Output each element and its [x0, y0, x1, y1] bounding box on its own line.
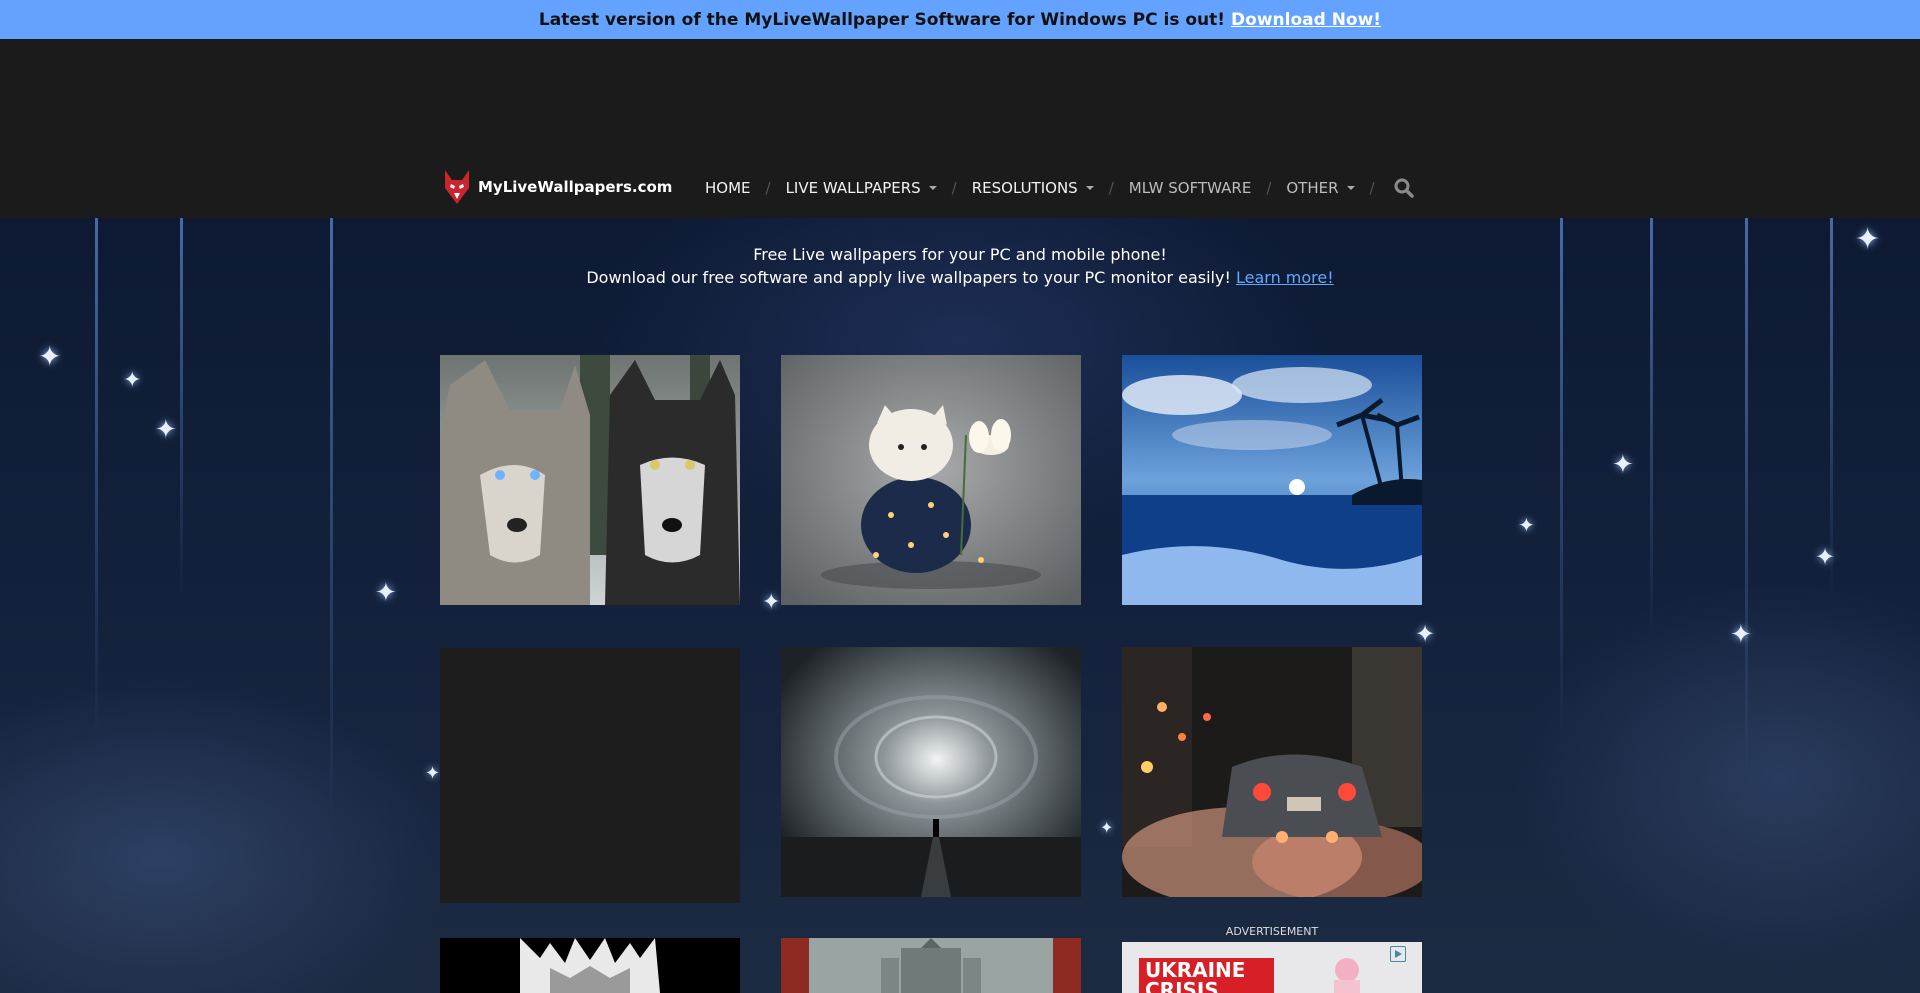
wolf-logo-icon — [442, 168, 472, 206]
main-navigation: MyLiveWallpapers.com HOME / LIVE WALLPAP… — [0, 160, 1920, 216]
wallpaper-thumbnail-castle[interactable] — [781, 938, 1081, 993]
wallpaper-thumbnail-cat-lotus[interactable] — [781, 355, 1081, 605]
search-icon[interactable] — [1393, 177, 1415, 199]
nav-menu: HOME / LIVE WALLPAPERS / RESOLUTIONS / M… — [705, 160, 1415, 216]
nav-home-label: HOME — [705, 179, 751, 197]
site-logo[interactable]: MyLiveWallpapers.com — [442, 168, 672, 206]
nav-separator: / — [1266, 179, 1272, 197]
nav-home[interactable]: HOME — [705, 179, 751, 197]
caret-down-icon — [1085, 186, 1094, 190]
ad-image — [1334, 958, 1360, 993]
wallpaper-thumbnail-loading[interactable] — [440, 648, 740, 903]
top-announcement-banner: Latest version of the MyLiveWallpaper So… — [0, 0, 1920, 39]
intro-line-2: Download our free software and apply liv… — [0, 266, 1920, 289]
nav-resolutions[interactable]: RESOLUTIONS — [972, 179, 1094, 197]
wallpaper-thumbnail-moonlit-beach[interactable] — [1122, 355, 1422, 605]
nav-live-wallpapers-label: LIVE WALLPAPERS — [785, 179, 921, 197]
advertisement-label: ADVERTISEMENT — [1225, 925, 1319, 938]
nav-separator: / — [1369, 179, 1375, 197]
nav-other[interactable]: OTHER — [1286, 179, 1355, 197]
caret-down-icon — [928, 186, 937, 190]
nav-live-wallpapers[interactable]: LIVE WALLPAPERS — [786, 179, 937, 197]
wallpaper-thumbnail-street-car[interactable] — [1122, 647, 1422, 897]
nav-resolutions-label: RESOLUTIONS — [971, 179, 1078, 197]
ad-choices-icon[interactable] — [1390, 946, 1406, 962]
advertisement-banner[interactable]: UKRAINE CRISIS — [1122, 942, 1422, 993]
nav-other-label: OTHER — [1286, 179, 1339, 197]
intro-text: Free Live wallpapers for your PC and mob… — [0, 243, 1920, 289]
nav-separator: / — [765, 179, 771, 197]
wallpaper-thumbnail-wolves[interactable] — [440, 355, 740, 605]
intro-line-2-text: Download our free software and apply liv… — [586, 268, 1231, 287]
nav-mlw-software-label: MLW SOFTWARE — [1128, 179, 1252, 197]
logo-text: MyLiveWallpapers.com — [478, 178, 673, 196]
nav-separator: / — [1108, 179, 1114, 197]
ad-headline: UKRAINE CRISIS — [1139, 958, 1274, 993]
caret-down-icon — [1346, 186, 1355, 190]
nav-separator: / — [951, 179, 957, 197]
learn-more-link[interactable]: Learn more! — [1236, 268, 1334, 287]
download-now-link[interactable]: Download Now! — [1231, 10, 1381, 30]
wallpaper-thumbnail-vortex-sky[interactable] — [781, 647, 1081, 897]
intro-line-1: Free Live wallpapers for your PC and mob… — [753, 245, 1167, 264]
nav-mlw-software[interactable]: MLW SOFTWARE — [1129, 179, 1252, 197]
banner-text: Latest version of the MyLiveWallpaper So… — [538, 9, 1226, 30]
wallpaper-thumbnail-anime[interactable] — [440, 938, 740, 993]
